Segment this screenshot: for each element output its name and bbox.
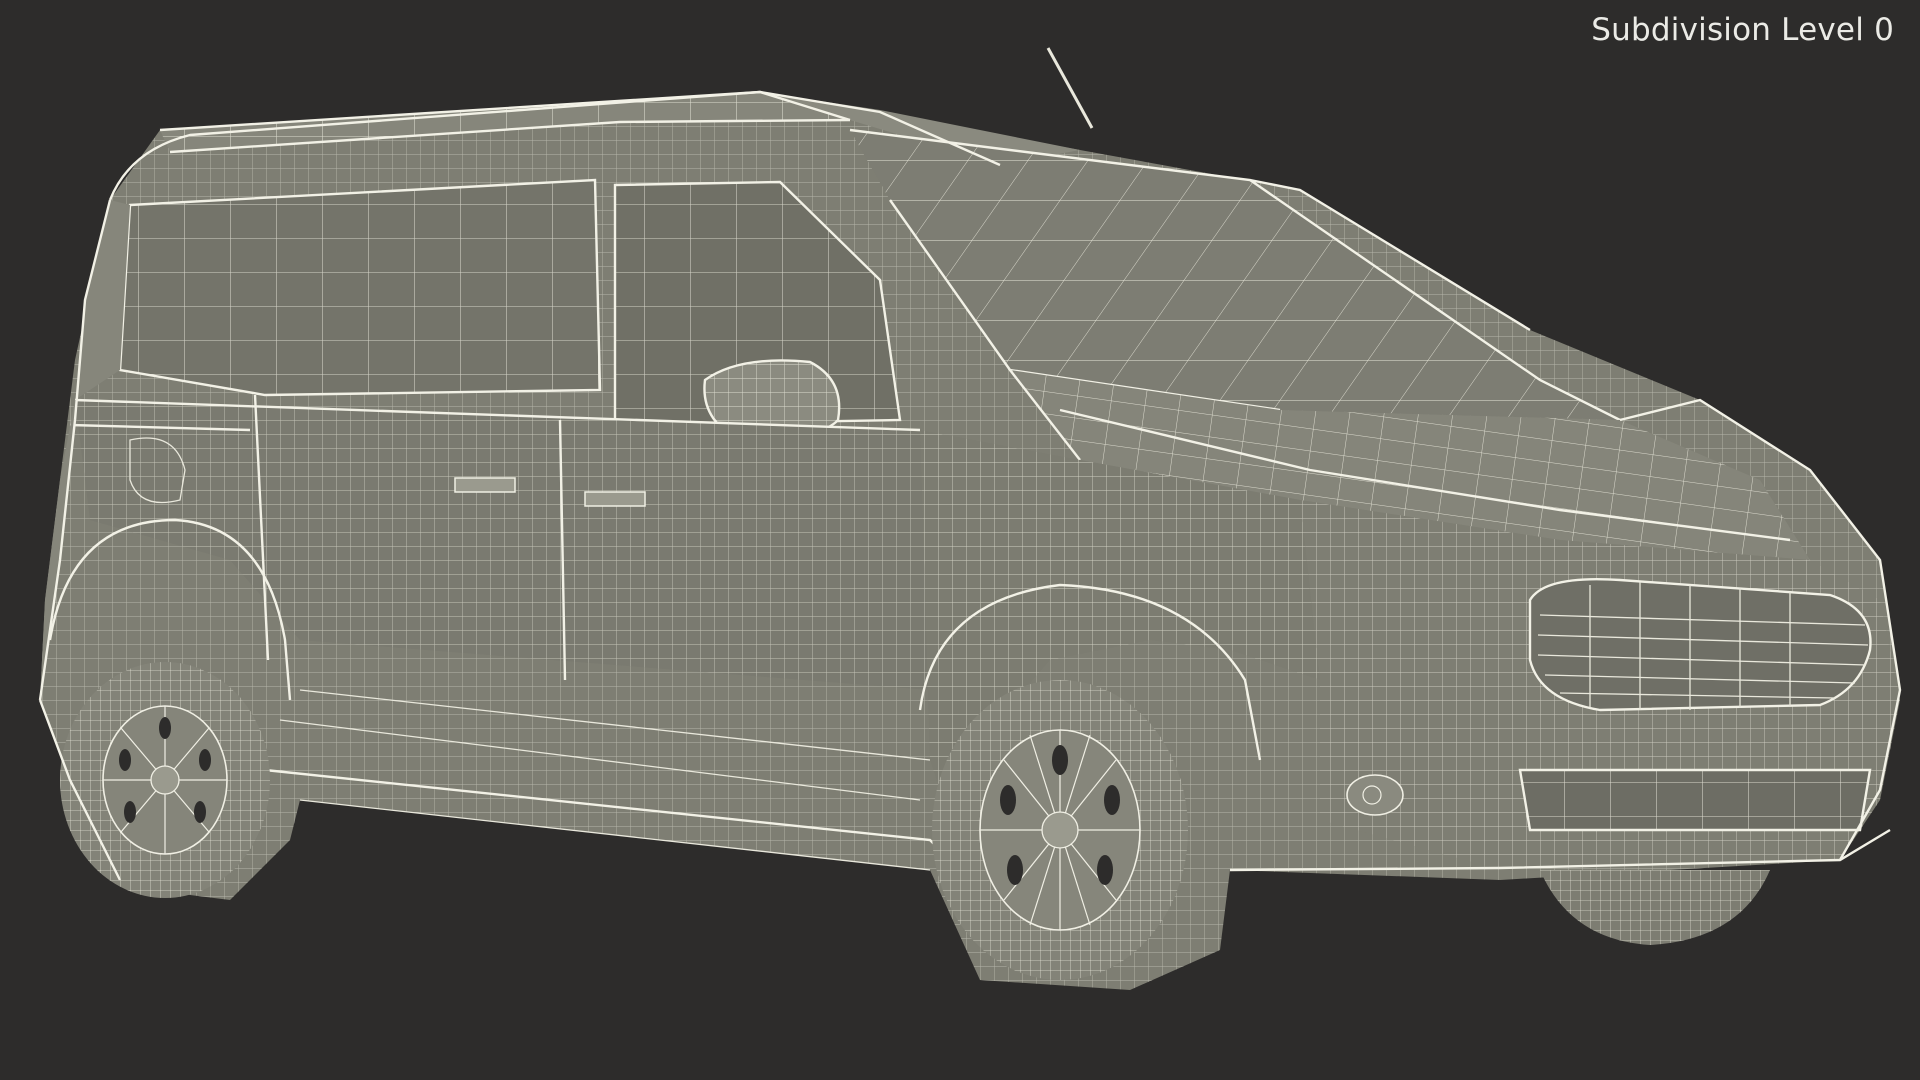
front-wheel xyxy=(932,680,1188,980)
rear-wheel xyxy=(60,662,270,898)
far-front-wheel xyxy=(1540,870,1770,945)
fog-light xyxy=(1346,774,1404,816)
lower-grille xyxy=(1518,768,1872,832)
subdivision-level-label: Subdivision Level 0 xyxy=(1591,12,1894,48)
van-wireframe-render xyxy=(38,47,1902,990)
front-grille xyxy=(1528,577,1872,712)
antenna xyxy=(1046,47,1094,129)
3d-viewport[interactable]: Subdivision Level 0 xyxy=(0,0,1920,1080)
